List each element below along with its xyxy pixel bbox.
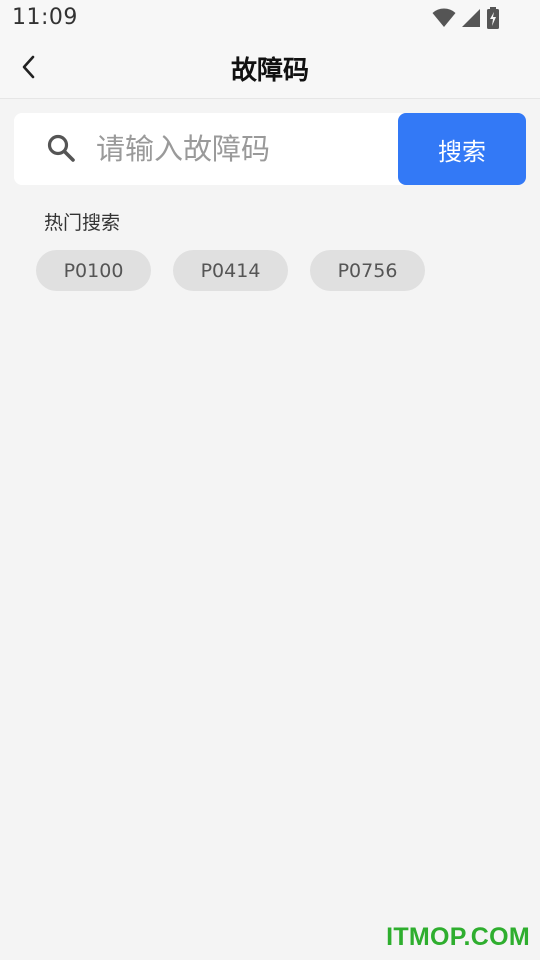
wifi-icon — [432, 8, 456, 27]
search-icon — [47, 134, 75, 162]
hot-search-tag[interactable]: P0756 — [310, 250, 425, 291]
hot-search-title: 热门搜索 — [44, 212, 121, 234]
watermark: ITMOP.COM — [386, 923, 530, 951]
search-input[interactable] — [96, 127, 396, 171]
battery-charging-icon — [487, 7, 499, 29]
search-button[interactable]: 搜索 — [398, 113, 526, 185]
page-title: 故障码 — [230, 56, 309, 86]
hot-search-tag[interactable]: P0414 — [173, 250, 288, 291]
status-time: 11:09 — [12, 5, 78, 30]
signal-icon — [462, 9, 480, 27]
search-box[interactable] — [14, 113, 414, 185]
status-icons — [432, 7, 500, 29]
app-bar: 故障码 — [0, 36, 540, 99]
hot-search-tags: P0100 P0414 P0756 — [36, 250, 425, 291]
status-bar: 11:09 — [0, 0, 540, 36]
hot-search-tag[interactable]: P0100 — [36, 250, 151, 291]
